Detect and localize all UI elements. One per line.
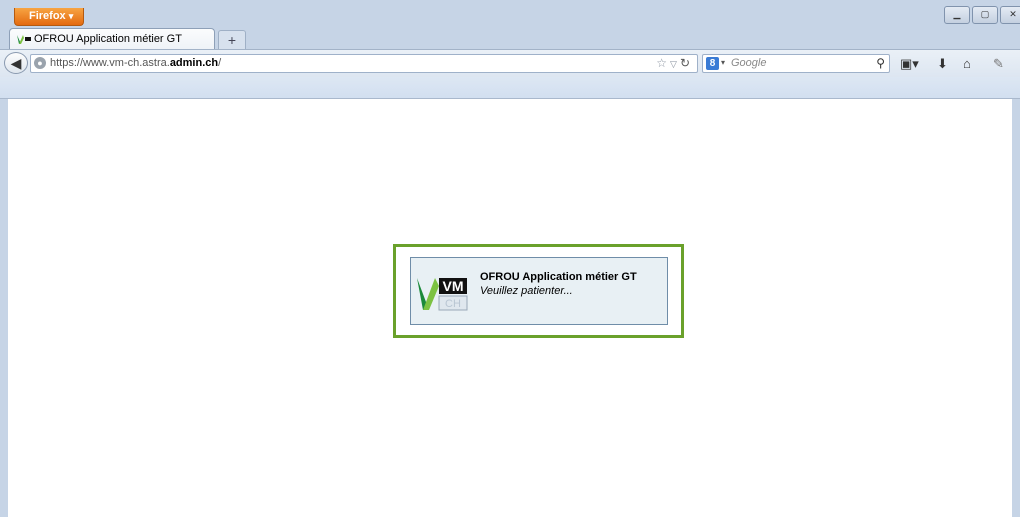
reload-icon[interactable]: ↻ (680, 56, 693, 70)
bookmarks-menu-icon[interactable]: ▣▾ (900, 54, 919, 73)
new-tab-button[interactable]: + (218, 30, 246, 50)
tab-title: OFROU Application métier GT (34, 33, 182, 45)
vm-favicon-icon (17, 35, 31, 44)
google-engine-icon[interactable]: 8 (706, 57, 719, 70)
loading-dialog: VM CH OFROU Application métier GT Veuill… (410, 257, 668, 325)
window-controls: ▁ ▢ ✕ (944, 6, 1020, 24)
maximize-icon[interactable]: ▢ (972, 6, 998, 24)
logo-subtext: CH (445, 298, 461, 310)
url-suffix: / (218, 57, 222, 69)
addon-icon[interactable]: ✎ (993, 54, 1004, 73)
search-bar[interactable]: 8 ▾ Google ⚲ (702, 54, 890, 73)
bookmarks-toolbar (0, 77, 1020, 99)
minimize-icon[interactable]: ▁ (944, 6, 970, 24)
browser-window: Firefox ▾ ▁ ▢ ✕ OFROU Application métier… (0, 0, 1020, 517)
firefox-menu-label: Firefox (29, 10, 66, 22)
url-domain: admin.ch (169, 57, 219, 69)
loading-dialog-frame: VM CH OFROU Application métier GT Veuill… (393, 244, 684, 338)
download-icon[interactable]: ⬇ (937, 54, 948, 73)
globe-icon: ● (34, 57, 46, 69)
url-prefix: https://www.vm-ch.astra. (50, 57, 170, 69)
loading-title: OFROU Application métier GT (480, 271, 637, 283)
home-icon[interactable]: ⌂ (963, 54, 971, 73)
close-icon[interactable]: ✕ (1000, 6, 1020, 24)
dropdown-triangle-icon[interactable]: ▽ (670, 59, 680, 69)
search-icon[interactable]: ⚲ (876, 56, 885, 70)
firefox-menu-button[interactable]: Firefox ▾ (14, 8, 84, 26)
tab-ofrou[interactable]: OFROU Application métier GT (9, 28, 215, 50)
back-arrow-icon[interactable]: ◀ (4, 52, 28, 74)
navigation-bar: ◀ ● https://www.vm-ch.astra.admin.ch/ ☆▽… (0, 49, 1020, 77)
engine-dropdown-icon[interactable]: ▾ (721, 58, 725, 67)
loading-message: Veuillez patienter... (480, 285, 573, 297)
search-placeholder: Google (731, 57, 767, 69)
chevron-down-icon: ▾ (68, 11, 74, 21)
logo-text: VM (443, 278, 464, 294)
vm-ch-logo-icon: VM CH (417, 278, 468, 311)
page-content: VM CH OFROU Application métier GT Veuill… (8, 99, 1012, 517)
url-bar-actions: ☆▽↻ (656, 56, 693, 70)
url-text: https://www.vm-ch.astra.admin.ch/ (50, 57, 221, 69)
bookmark-star-icon[interactable]: ☆ (656, 56, 670, 70)
url-bar[interactable]: ● https://www.vm-ch.astra.admin.ch/ ☆▽↻ (30, 54, 698, 73)
